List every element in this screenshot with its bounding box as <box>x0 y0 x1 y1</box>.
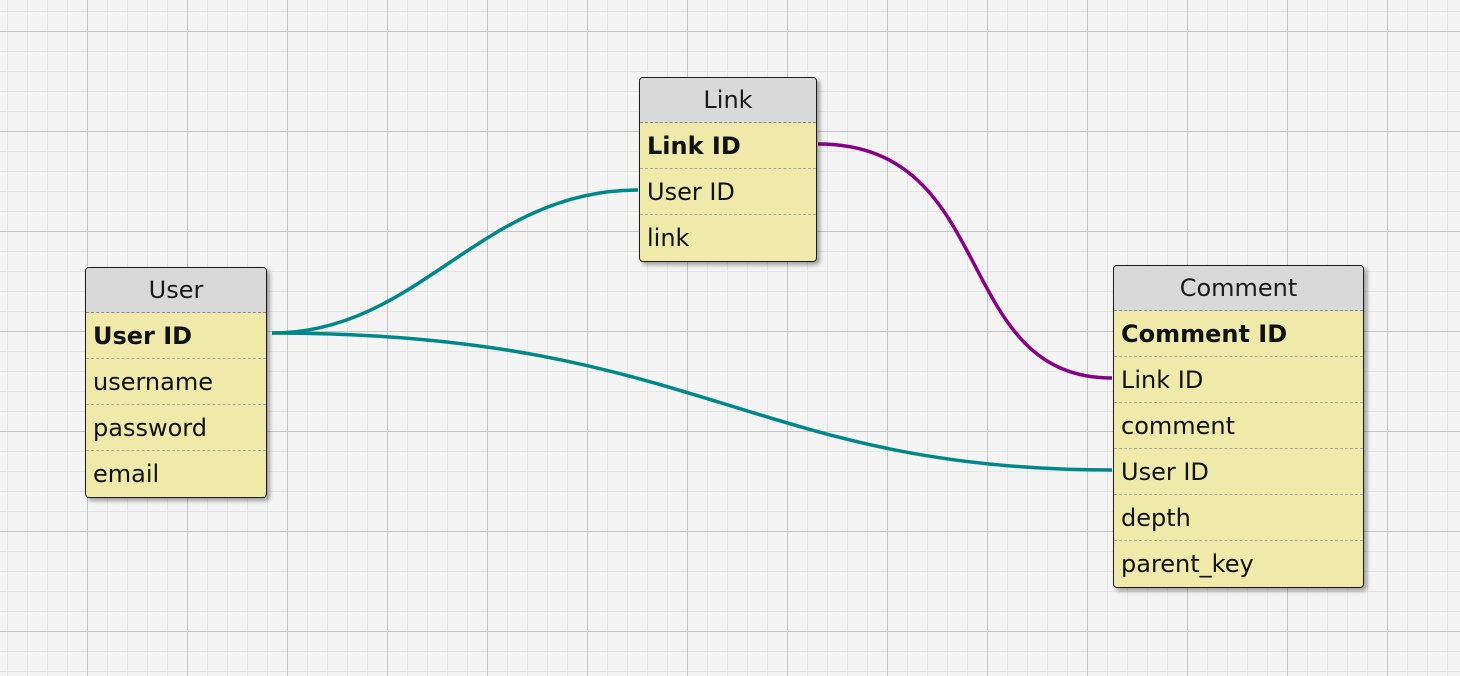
entity-link[interactable]: Link Link ID User ID link <box>639 77 817 262</box>
field-parent-key[interactable]: parent_key <box>1114 541 1363 587</box>
entity-title[interactable]: Link <box>640 78 816 123</box>
field-password[interactable]: password <box>86 405 266 451</box>
entity-user[interactable]: User User ID username password email <box>85 267 267 498</box>
diagram-canvas[interactable]: User User ID username password email Lin… <box>0 0 1460 676</box>
entity-comment[interactable]: Comment Comment ID Link ID comment User … <box>1113 265 1364 588</box>
field-depth[interactable]: depth <box>1114 495 1363 541</box>
relationship-user-to-comment[interactable] <box>271 331 1113 472</box>
field-user-id[interactable]: User ID <box>640 169 816 215</box>
field-email[interactable]: email <box>86 451 266 497</box>
entity-title[interactable]: User <box>86 268 266 313</box>
field-user-id[interactable]: User ID <box>86 313 266 359</box>
field-link-id[interactable]: Link ID <box>1114 357 1363 403</box>
entity-title[interactable]: Comment <box>1114 266 1363 311</box>
field-comment[interactable]: comment <box>1114 403 1363 449</box>
field-link-id[interactable]: Link ID <box>640 123 816 169</box>
field-link[interactable]: link <box>640 215 816 261</box>
field-username[interactable]: username <box>86 359 266 405</box>
field-comment-id[interactable]: Comment ID <box>1114 311 1363 357</box>
relationship-user-to-link[interactable] <box>271 188 639 335</box>
relationship-link-to-comment[interactable] <box>817 142 1113 380</box>
field-user-id[interactable]: User ID <box>1114 449 1363 495</box>
